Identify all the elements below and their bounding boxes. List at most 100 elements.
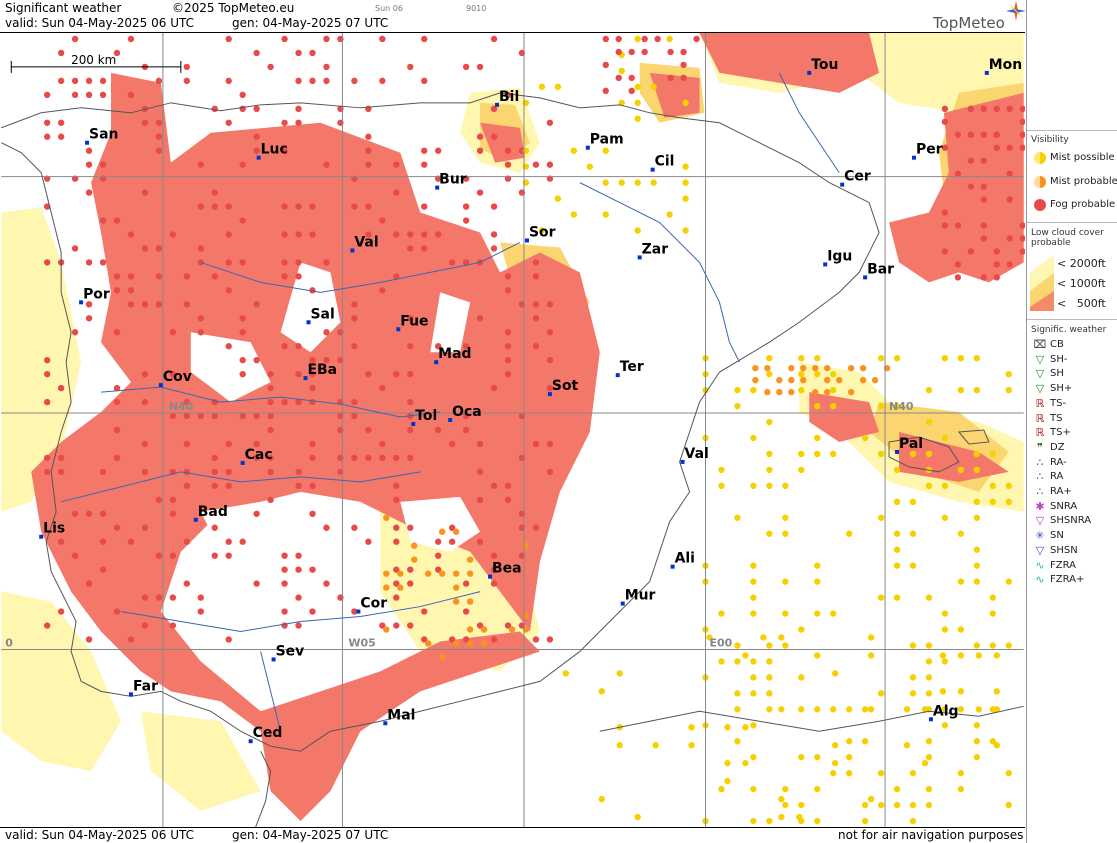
mist-dot-marker: [718, 785, 725, 793]
mist-dot-marker: [476, 538, 484, 545]
mist-dot-marker: [225, 343, 232, 350]
sigwx-symbol-icon: ▽: [1035, 382, 1045, 396]
mist-dot-marker: [980, 131, 988, 138]
city-label: Tol: [415, 408, 437, 424]
mist-dot-marker: [155, 496, 163, 504]
mist-dot-marker: [641, 48, 648, 56]
mist-dot-marker: [425, 640, 432, 647]
mist-dot-marker: [570, 211, 578, 218]
sigwx-symbol-icon: ∿: [1035, 573, 1045, 587]
mist-dot-marker: [734, 386, 741, 394]
mist-dot-marker: [993, 688, 1000, 695]
mist-dot-marker: [393, 189, 400, 196]
mist-dot-marker: [323, 35, 330, 43]
mist-dot-marker: [407, 622, 414, 629]
mist-dot-marker: [239, 538, 246, 545]
mist-dot-marker: [980, 183, 988, 190]
city-label: San: [89, 127, 118, 143]
generation-time: gen: 04-May-2025 07 UTC: [232, 16, 389, 30]
mist-dot-marker: [71, 35, 79, 43]
mist-dot-marker: [861, 801, 869, 809]
mist-dot-marker: [462, 203, 470, 210]
mist-dot-marker: [490, 203, 498, 210]
mist-dot-marker: [954, 131, 962, 138]
mist-dot-marker: [877, 769, 885, 777]
city-label: Mon: [989, 57, 1022, 73]
mist-dot-marker: [766, 370, 773, 378]
city-far: Far: [128, 678, 158, 697]
mist-dot-marker: [893, 594, 901, 601]
mist-dot-marker: [309, 510, 316, 517]
mist-dot-marker: [909, 801, 917, 809]
mist-dot-marker: [954, 274, 962, 281]
mist-dot-marker: [127, 273, 135, 280]
mist-dot-marker: [941, 434, 949, 442]
mist-dot-marker: [652, 742, 659, 749]
legend-sigwx-item: ✳ SN: [1030, 529, 1117, 543]
mist-dot-marker: [253, 49, 260, 57]
sigwx-symbol-icon: ℝ: [1035, 396, 1045, 410]
mist-dot-marker: [782, 514, 789, 521]
city-label: Mad: [438, 346, 471, 362]
mist-dot-marker: [967, 183, 975, 190]
city-label: Luc: [261, 142, 288, 158]
mist-dot-marker: [798, 753, 805, 761]
mist-dot-marker: [532, 301, 540, 308]
legend-mist-possible: Mist possible: [1030, 151, 1117, 165]
mist-dot-marker: [830, 706, 837, 713]
mist-dot-marker: [397, 584, 404, 591]
mist-dot-marker: [267, 384, 274, 392]
mist-dot-marker: [666, 35, 673, 43]
mist-dot-marker: [989, 482, 996, 490]
sigwx-symbol-icon: ▽: [1035, 352, 1045, 366]
mist-dot-marker: [654, 35, 661, 43]
mist-dot-marker: [814, 434, 821, 442]
city-tol: Tol: [411, 408, 437, 427]
mist-dot-marker: [546, 329, 554, 336]
mist-dot-marker: [434, 426, 442, 434]
mist-dot-marker: [393, 454, 400, 462]
mist-dot-marker: [909, 498, 917, 506]
mist-dot-marker: [812, 364, 819, 372]
mist-dot-marker: [476, 468, 484, 476]
mist-dot-marker: [1006, 170, 1013, 177]
mist-dot-marker: [616, 670, 623, 677]
mist-dot-marker: [750, 482, 757, 490]
mist-dot-marker: [546, 356, 554, 364]
mist-dot-marker: [281, 580, 288, 587]
mist-dot-marker: [750, 753, 757, 761]
mist-dot-marker: [734, 706, 741, 713]
mist-dot-marker: [750, 722, 757, 729]
mist-dot-marker: [239, 161, 246, 168]
mist-dot-marker: [782, 785, 789, 793]
mist-dot-marker: [788, 376, 795, 384]
city-sor: Sor: [524, 224, 556, 243]
weather-map[interactable]: 200 km N40 N40 W05 E00 0 San Luc Bil Pam Cil…: [0, 32, 1025, 828]
mist-dot-marker: [742, 759, 749, 767]
legend-lc-2000: < 2000ft: [1057, 257, 1106, 270]
mist-dot-marker: [957, 354, 965, 362]
mist-dot-marker: [634, 115, 641, 122]
mist-dot-marker: [155, 77, 163, 85]
mist-dot-marker: [602, 147, 609, 154]
valid-time: valid: Sun 04-May-2025 06 UTC: [5, 16, 194, 30]
mist-dot-marker: [814, 817, 821, 825]
mist-dot-marker: [814, 370, 821, 378]
mist-dot-marker: [225, 203, 232, 210]
legend-sigwx-item: ▽ SH-: [1030, 353, 1117, 367]
mist-dot-marker: [452, 584, 460, 591]
mist-dot-marker: [490, 636, 498, 643]
legend-sigwx-label: SH: [1050, 368, 1064, 380]
city-sev: Sev: [271, 643, 304, 662]
mist-dot-marker: [211, 468, 218, 476]
mist-dot-marker: [127, 91, 135, 99]
mist-dot-marker: [462, 426, 470, 434]
mist-dot-marker: [742, 724, 749, 731]
legend-sigwx-label: SH-: [1050, 353, 1068, 365]
mist-dot-marker: [798, 626, 805, 633]
mist-dot-marker: [253, 356, 260, 364]
city-mon: Mon: [984, 57, 1022, 75]
mist-dot-marker: [734, 402, 741, 410]
mist-dot-marker: [724, 777, 731, 785]
mist-dot-marker: [379, 35, 386, 43]
